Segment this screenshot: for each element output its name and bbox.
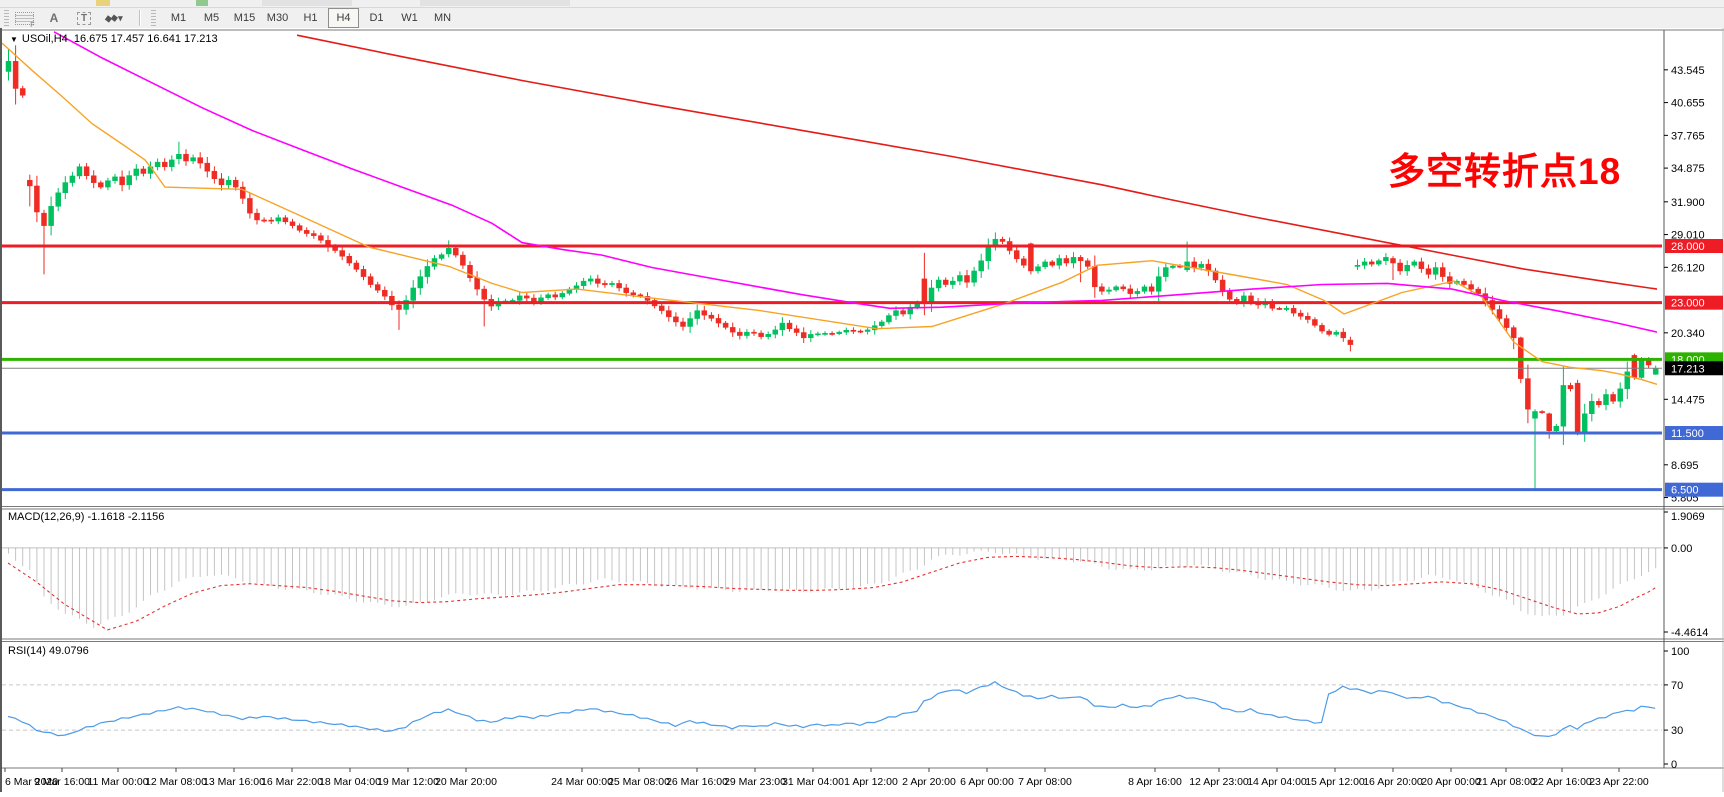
time-axis-label: 22 Apr 16:00 bbox=[1532, 776, 1592, 788]
time-axis-label: 16 Apr 20:00 bbox=[1363, 776, 1423, 788]
time-axis-label: 18 Mar 04:00 bbox=[319, 776, 381, 788]
chart-annotation: 多空转折点18 bbox=[1388, 141, 1621, 195]
clipped-icon bbox=[262, 0, 352, 6]
timeframe-button-d1[interactable]: D1 bbox=[361, 8, 392, 28]
time-axis-label: 21 Apr 08:00 bbox=[1476, 776, 1536, 788]
timeframe-button-h1[interactable]: H1 bbox=[295, 8, 326, 28]
time-axis-label: 15 Apr 12:00 bbox=[1305, 776, 1365, 788]
time-axis-label: 7 Apr 08:00 bbox=[1018, 776, 1072, 788]
time-axis-label: 8 Apr 16:00 bbox=[1128, 776, 1182, 788]
svg-text:0.00: 0.00 bbox=[1671, 543, 1692, 555]
svg-text:26.120: 26.120 bbox=[1671, 262, 1705, 274]
text-box-icon-letter: T bbox=[77, 12, 91, 25]
svg-text:43.545: 43.545 bbox=[1671, 65, 1705, 77]
timeframe-button-mn[interactable]: MN bbox=[427, 8, 458, 28]
svg-text:0: 0 bbox=[1671, 759, 1677, 771]
text-label-icon[interactable]: A bbox=[41, 9, 67, 27]
time-axis-label: 20 Mar 20:00 bbox=[435, 776, 497, 788]
timeframe-button-h4[interactable]: H4 bbox=[328, 8, 359, 28]
chart-grid-icon[interactable]: F bbox=[11, 9, 37, 27]
time-axis-label: 12 Mar 08:00 bbox=[145, 776, 207, 788]
clipped-toolbar-strip bbox=[0, 0, 1724, 8]
time-axis-label: 26 Mar 16:00 bbox=[666, 776, 728, 788]
timeframe-button-m1[interactable]: M1 bbox=[163, 8, 194, 28]
toolbar-grip[interactable] bbox=[4, 10, 9, 26]
svg-text:100: 100 bbox=[1671, 646, 1689, 658]
time-axis-label: 24 Mar 00:00 bbox=[551, 776, 613, 788]
svg-text:40.655: 40.655 bbox=[1671, 98, 1705, 110]
time-axis-label: 25 Mar 08:00 bbox=[608, 776, 670, 788]
clipped-icon bbox=[420, 0, 570, 6]
svg-text:31.900: 31.900 bbox=[1671, 197, 1705, 209]
main-price-pane[interactable] bbox=[2, 32, 1662, 490]
timeframe-button-m15[interactable]: M15 bbox=[229, 8, 260, 28]
toolbar-grip[interactable] bbox=[151, 10, 156, 26]
time-axis-label: 11 Mar 00:00 bbox=[87, 776, 148, 788]
svg-text:20.340: 20.340 bbox=[1671, 328, 1705, 340]
svg-text:8.695: 8.695 bbox=[1671, 460, 1699, 472]
chart-title: ▼ USOil,H4 16.675 17.457 16.641 17.213 bbox=[10, 33, 218, 45]
time-axis-label: 12 Apr 23:00 bbox=[1189, 776, 1249, 788]
macd-label: MACD(12,26,9) -1.1618 -2.1156 bbox=[8, 511, 164, 523]
svg-text:23.000: 23.000 bbox=[1671, 298, 1705, 310]
timeframe-button-w1[interactable]: W1 bbox=[394, 8, 425, 28]
timeframe-buttons: M1M5M15M30H1H4D1W1MN bbox=[162, 8, 459, 28]
svg-text:11.500: 11.500 bbox=[1671, 428, 1704, 440]
svg-text:6.500: 6.500 bbox=[1671, 485, 1699, 497]
svg-text:37.765: 37.765 bbox=[1671, 130, 1705, 142]
arrows-tool-icon[interactable]: ◆◆ ▾ bbox=[101, 9, 127, 27]
toolbar-separator bbox=[139, 10, 141, 26]
chart-window[interactable]: ▼ USOil,H4 16.675 17.457 16.641 17.213 MA… bbox=[0, 28, 1724, 792]
time-axis-label: 1 Apr 12:00 bbox=[844, 776, 898, 788]
arrows-icon-shape: ◆◆ bbox=[105, 12, 118, 25]
chart-symbol-timeframe: USOil,H4 bbox=[22, 33, 68, 45]
time-axis-label: 9 Mar 16:00 bbox=[34, 776, 90, 788]
toolbar: F A T ◆◆ ▾ M1M5M15M30H1H4D1W1MN bbox=[0, 8, 1724, 29]
svg-text:17.213: 17.213 bbox=[1671, 363, 1705, 375]
time-axis[interactable]: 6 Mar 20209 Mar 16:0011 Mar 00:0012 Mar … bbox=[5, 768, 1649, 788]
rsi-value: 49.0796 bbox=[49, 645, 89, 657]
rsi-name: RSI(14) bbox=[8, 645, 46, 657]
dropdown-caret-icon: ▾ bbox=[118, 13, 123, 24]
grid-icon-shape: F bbox=[15, 12, 34, 25]
clipped-icon bbox=[196, 0, 208, 6]
time-axis-label: 16 Mar 22:00 bbox=[261, 776, 323, 788]
chart-ohlc-values: 16.675 17.457 16.641 17.213 bbox=[74, 33, 218, 45]
svg-text:28.000: 28.000 bbox=[1671, 241, 1705, 253]
svg-text:34.875: 34.875 bbox=[1671, 163, 1705, 175]
time-axis-label: 19 Mar 12:00 bbox=[377, 776, 439, 788]
time-axis-label: 31 Mar 04:00 bbox=[782, 776, 844, 788]
time-axis-label: 6 Apr 00:00 bbox=[960, 776, 1014, 788]
svg-text:14.475: 14.475 bbox=[1671, 394, 1705, 406]
text-box-icon[interactable]: T bbox=[71, 9, 97, 27]
time-axis-label: 23 Apr 22:00 bbox=[1589, 776, 1649, 788]
time-axis-label: 14 Apr 04:00 bbox=[1247, 776, 1307, 788]
timeframe-button-m30[interactable]: M30 bbox=[262, 8, 293, 28]
time-axis-label: 13 Mar 16:00 bbox=[203, 776, 265, 788]
clipped-icon bbox=[96, 0, 110, 6]
timeframe-button-m5[interactable]: M5 bbox=[196, 8, 227, 28]
svg-text:70: 70 bbox=[1671, 680, 1683, 692]
time-axis-label: 29 Mar 23:00 bbox=[724, 776, 786, 788]
price-axis[interactable]: 43.54540.65537.76534.87531.90029.01026.1… bbox=[1664, 65, 1723, 505]
macd-values: -1.1618 -2.1156 bbox=[87, 511, 164, 523]
macd-pane[interactable]: 1.9069 0.00 -4.4614 bbox=[2, 511, 1708, 639]
rsi-label: RSI(14) 49.0796 bbox=[8, 645, 89, 657]
macd-name: MACD(12,26,9) bbox=[8, 511, 84, 523]
svg-text:1.9069: 1.9069 bbox=[1671, 511, 1705, 523]
svg-text:-4.4614: -4.4614 bbox=[1671, 627, 1708, 639]
rsi-pane[interactable]: 100 70 30 0 bbox=[2, 646, 1689, 771]
svg-text:30: 30 bbox=[1671, 725, 1683, 737]
time-axis-label: 20 Apr 00:00 bbox=[1421, 776, 1481, 788]
time-axis-label: 2 Apr 20:00 bbox=[902, 776, 956, 788]
chart-dropdown-icon[interactable]: ▼ bbox=[10, 35, 18, 44]
